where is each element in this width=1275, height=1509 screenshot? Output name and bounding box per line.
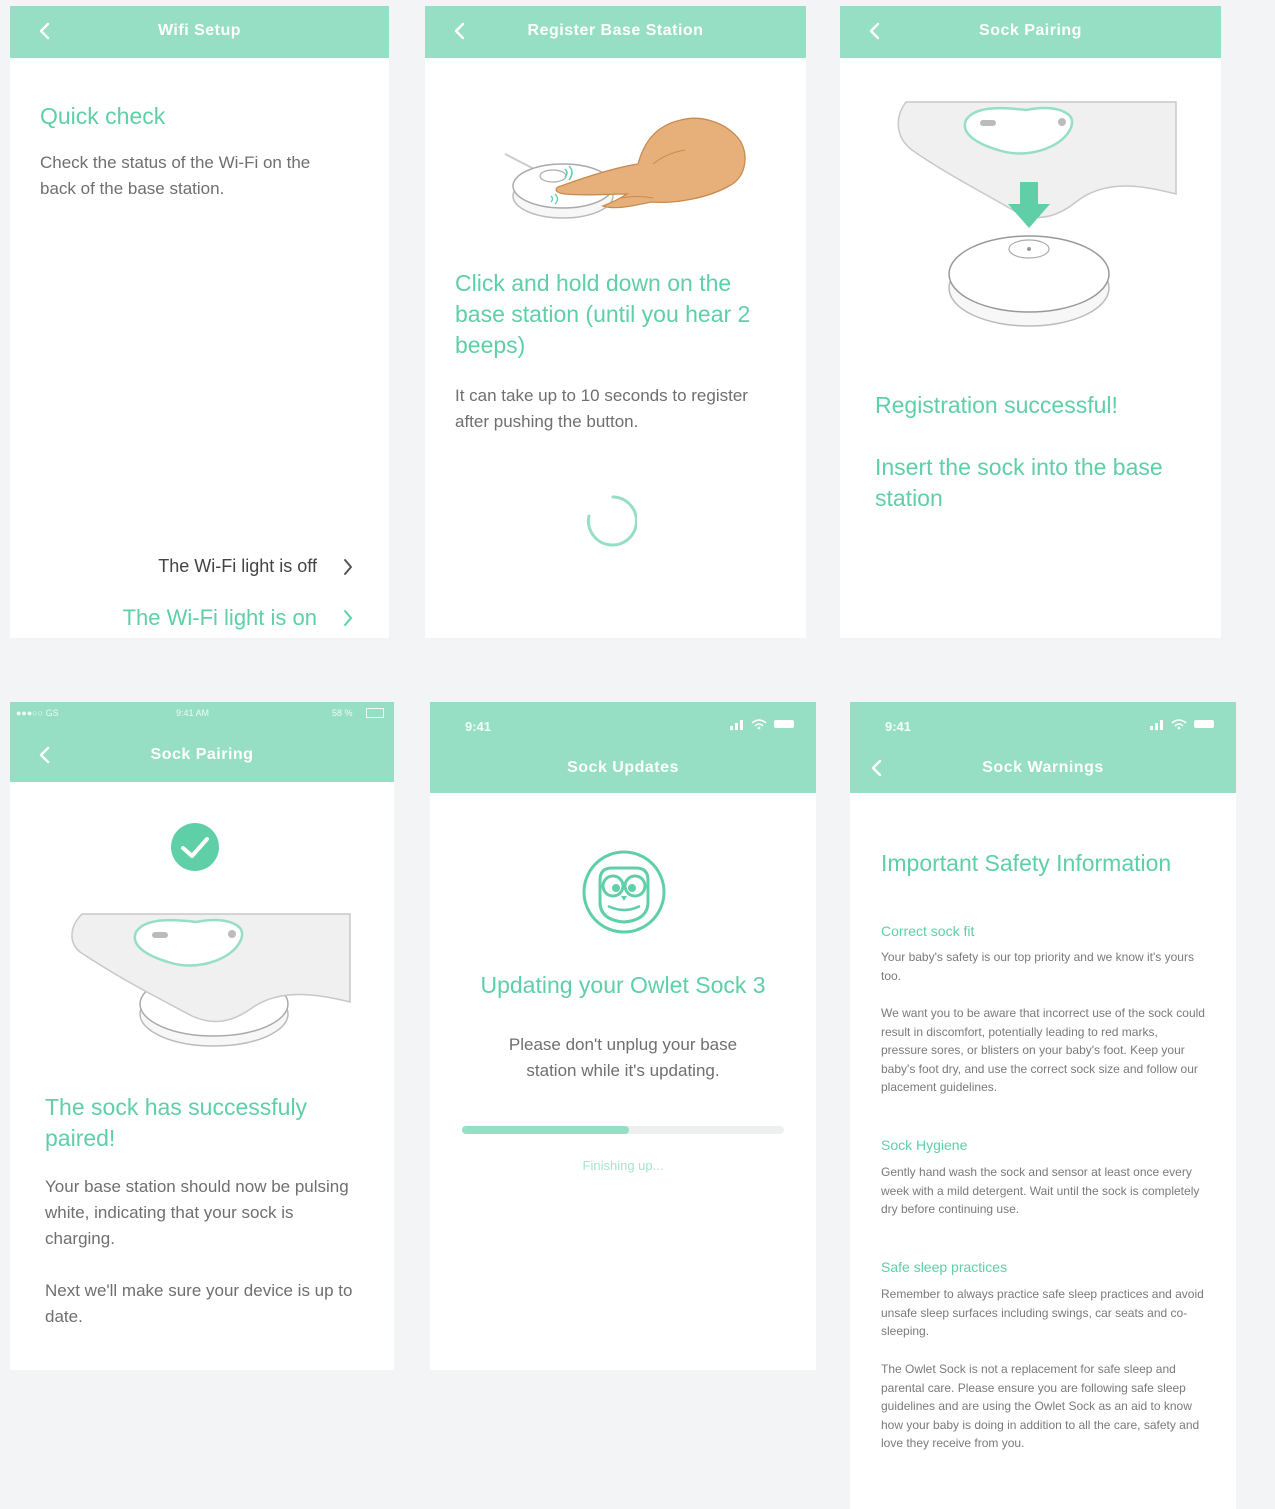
sock-warnings-screen: 9:41 Sock Warnings Important Safety Info… [850,702,1236,1509]
header-title: Sock Updates [567,759,679,776]
header-title: Sock Warnings [982,759,1104,776]
header-bar: ●●●○○ GS 9:41 AM 58 % Sock Pairing [10,702,394,782]
chevron-right-icon [344,610,352,626]
quick-check-heading: Quick check [40,103,166,129]
status-time: 9:41 AM [176,708,210,718]
status-battery: 58 % [332,708,353,718]
section-text: Remember to always practice safe sleep p… [881,1287,1204,1338]
status-time: 9:41 [885,719,912,734]
progress-bar-fill [462,1126,630,1134]
chevron-right-icon [344,558,352,575]
loading-spinner-icon [586,495,637,547]
header-title: Wifi Setup [157,22,242,39]
instruction-text: Check the status of the Wi-Fi on the bac… [40,153,311,198]
header-bar: Sock Pairing [840,6,1221,58]
safety-heading: Important Safety Information [881,850,1172,876]
section-text: The Owlet Sock is not a replacement for … [881,1362,1200,1450]
section-text: We want you to be aware that incorrect u… [881,1006,1205,1094]
section-title-sock-fit: Correct sock fit [881,923,975,939]
sock-on-base-illustration [71,913,351,1047]
checkmark-circle-icon [171,823,219,871]
header-bar: 9:41 Sock Updates [430,702,816,793]
hand-press-illustration [504,117,746,219]
section-title-safe-sleep: Safe sleep practices [881,1259,1008,1275]
paired-heading: The sock has successfuly paired! [45,1094,308,1151]
instruction-heading: Insert the sock into the base station [875,454,1163,511]
status-time: 9:41 [465,719,492,734]
charging-text: Your base station should now be pulsing … [45,1177,349,1248]
updating-heading: Updating your Owlet Sock 3 [480,972,766,998]
signal-wifi-battery-icon [1150,719,1214,730]
progress-bar [462,1126,784,1134]
instruction-text: It can take up to 10 seconds to register… [455,386,748,431]
next-step-text: Next we'll make sure your device is up t… [45,1281,353,1326]
header-bar: 9:41 Sock Warnings [850,702,1236,793]
success-heading: Registration successful! [875,392,1118,418]
sock-pairing-screen: Sock Pairing Registration successful! In… [840,6,1221,638]
header-bar: Wifi Setup [10,6,389,58]
sock-insert-illustration [897,101,1177,327]
wifi-setup-screen: Wifi Setup Quick check Check the status … [10,6,389,638]
option-label: The Wi-Fi light is off [158,556,317,576]
section-text: Your baby's safety is our top priority a… [881,950,1194,983]
header-title: Sock Pairing [979,22,1082,39]
option-label: The Wi-Fi light is on [122,605,317,630]
header-title: Register Base Station [527,22,704,39]
battery-icon [366,708,384,718]
register-base-station-screen: Register Base Station Click and hold dow… [425,6,806,638]
section-title-hygiene: Sock Hygiene [881,1137,968,1153]
section-text: Gently hand wash the sock and sensor at … [881,1165,1200,1216]
update-warning-text: Please don't unplug your base station wh… [508,1035,738,1080]
wifi-light-on-option[interactable]: The Wi-Fi light is on [123,605,353,631]
wifi-light-off-option[interactable]: The Wi-Fi light is off [158,556,353,577]
header-bar: Register Base Station [425,6,806,58]
progress-label: Finishing up... [582,1158,664,1173]
instruction-heading: Click and hold down on the base station … [455,270,751,358]
status-carrier: ●●●○○ GS [16,708,59,718]
header-title: Sock Pairing [150,746,254,763]
sock-paired-screen: ●●●○○ GS 9:41 AM 58 % Sock Pairing The s… [10,702,394,1370]
sock-updates-screen: 9:41 Sock Updates Updating your Owlet So… [430,702,816,1370]
signal-wifi-battery-icon [730,719,794,730]
owl-logo-icon [582,850,666,934]
